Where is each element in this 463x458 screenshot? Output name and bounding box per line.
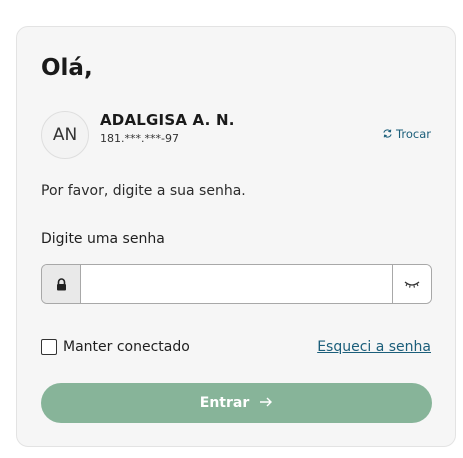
arrow-right-icon <box>259 395 273 411</box>
avatar: AN <box>41 111 89 159</box>
lock-icon <box>42 265 81 303</box>
password-field-group <box>41 264 432 304</box>
password-input[interactable] <box>81 265 392 303</box>
remember-me-option[interactable]: Manter conectado <box>41 339 190 355</box>
password-label: Digite uma senha <box>41 231 165 247</box>
remember-label: Manter conectado <box>63 339 190 355</box>
submit-button[interactable]: Entrar <box>41 383 432 423</box>
instruction-text: Por favor, digite a sua senha. <box>41 183 246 199</box>
swap-user-link[interactable]: Trocar <box>383 127 431 141</box>
swap-label: Trocar <box>396 127 431 141</box>
remember-checkbox[interactable] <box>41 339 57 355</box>
greeting-title: Olá, <box>41 55 93 81</box>
eye-closed-icon[interactable] <box>392 265 431 303</box>
user-name: ADALGISA A. N. <box>100 111 235 129</box>
swap-icon <box>383 127 392 141</box>
submit-label: Entrar <box>199 395 250 411</box>
login-card: Olá, AN ADALGISA A. N. 181.***.***-97 Tr… <box>16 26 456 447</box>
user-document: 181.***.***-97 <box>100 132 179 145</box>
avatar-initials: AN <box>52 125 78 145</box>
forgot-password-link[interactable]: Esqueci a senha <box>317 339 431 355</box>
